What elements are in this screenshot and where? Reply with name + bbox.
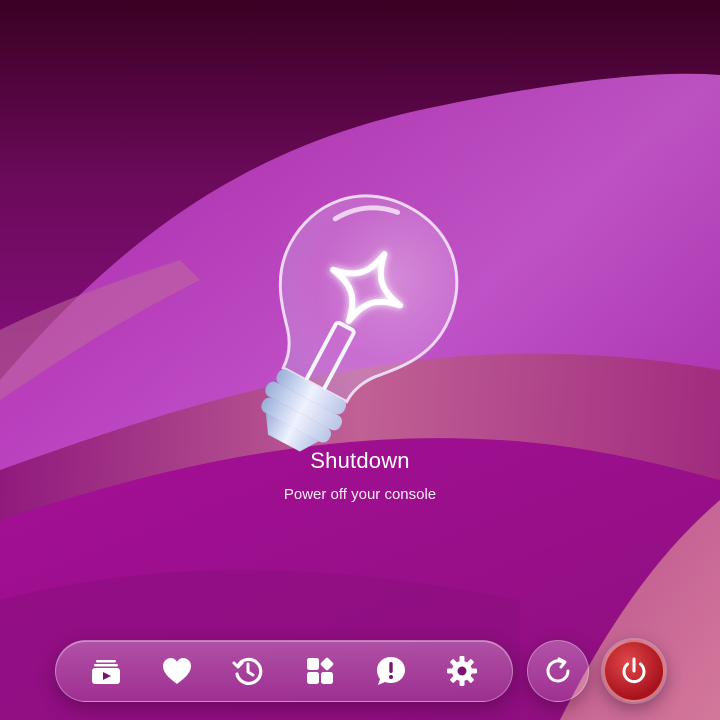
- restart-icon: [546, 657, 570, 683]
- favorites-button[interactable]: [153, 647, 201, 695]
- power-icon: [622, 657, 646, 684]
- history-button[interactable]: [224, 647, 272, 695]
- apps-grid-icon: [306, 657, 333, 684]
- page-subtitle: Power off your console: [283, 486, 437, 503]
- settings-button[interactable]: [438, 647, 486, 695]
- media-library-icon: [91, 660, 120, 684]
- lightbulb-sparkle-icon: [261, 194, 459, 452]
- gear-icon: [447, 656, 478, 686]
- power-off-button[interactable]: [603, 640, 665, 702]
- page-title: Shutdown: [310, 448, 410, 473]
- media-library-button[interactable]: [82, 647, 130, 695]
- history-icon: [232, 657, 263, 685]
- apps-button[interactable]: [296, 647, 344, 695]
- alert-bubble-icon: [376, 657, 405, 685]
- restart-button[interactable]: [527, 640, 589, 702]
- feedback-button[interactable]: [367, 647, 415, 695]
- heart-icon: [162, 658, 191, 684]
- dock-bar: [55, 640, 513, 702]
